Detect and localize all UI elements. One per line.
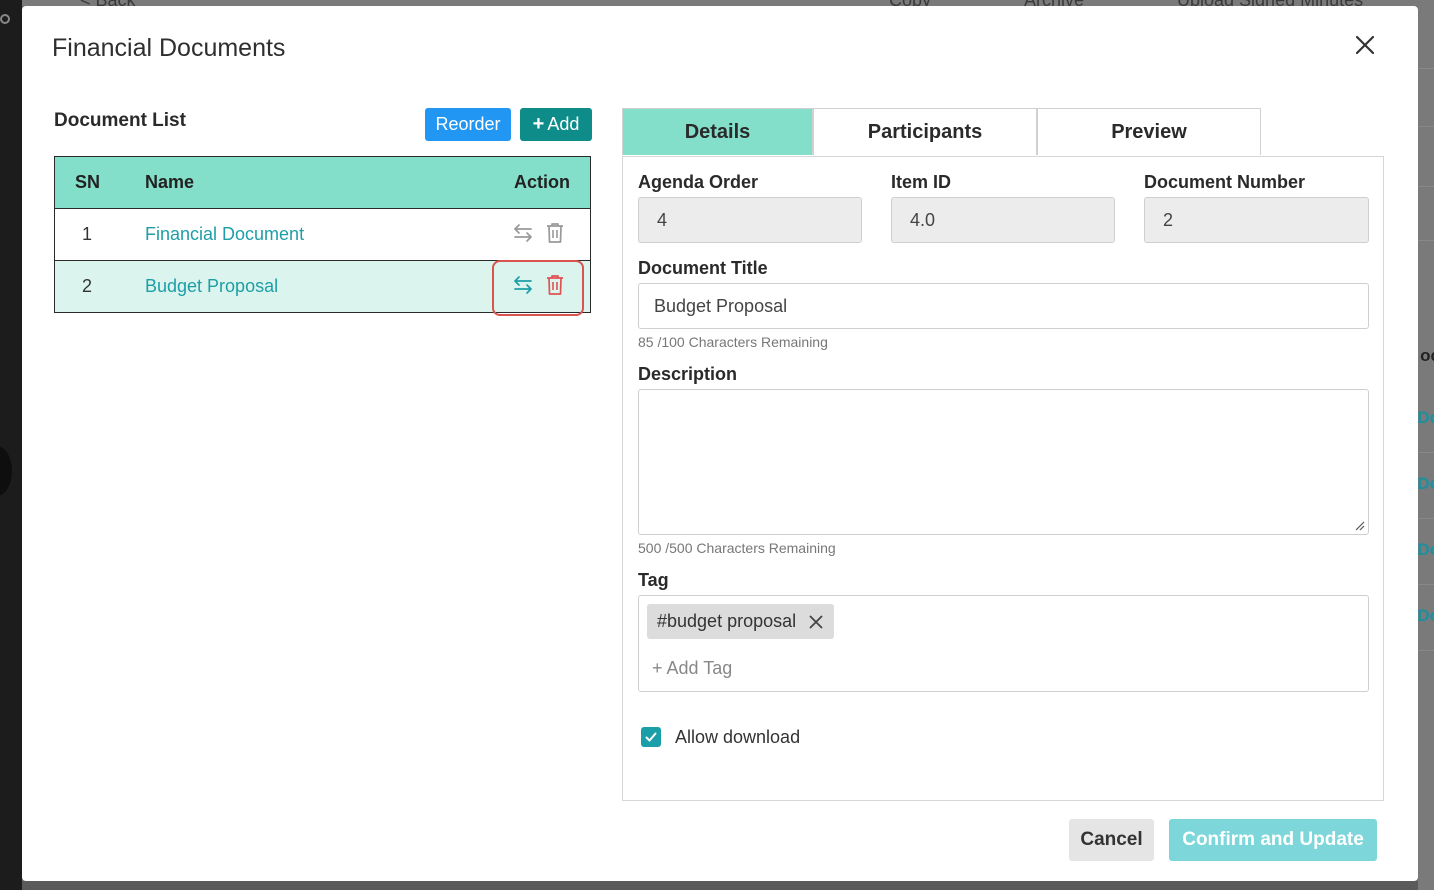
bg-fragment: Do	[1417, 408, 1434, 427]
plus-icon: +	[532, 113, 545, 135]
remove-tag-button[interactable]	[808, 614, 824, 630]
background-bottom	[22, 881, 1418, 890]
background-right-column: oc Do Do Do Do	[1417, 0, 1434, 890]
row-sn: 1	[82, 224, 93, 244]
tag-input[interactable]: #budget proposal + Add Tag	[638, 595, 1369, 692]
bg-fragment: Do	[1417, 606, 1434, 625]
swap-icon	[514, 224, 532, 242]
row-sn: 2	[82, 276, 93, 296]
reorder-button[interactable]: Reorder	[425, 108, 511, 141]
column-header-name: Name	[145, 172, 195, 192]
cancel-button[interactable]: Cancel	[1069, 819, 1154, 861]
tab-details[interactable]: Details	[622, 108, 813, 155]
description-char-count: 500 /500 Characters Remaining	[638, 540, 836, 556]
tab-participants[interactable]: Participants	[813, 108, 1037, 155]
bg-fragment: oc	[1420, 346, 1434, 365]
replace-button[interactable]	[512, 221, 534, 245]
document-title-label: Document Title	[638, 258, 768, 278]
close-button[interactable]	[1352, 32, 1378, 58]
financial-documents-modal: Financial Documents Document List Reorde…	[22, 6, 1418, 881]
confirm-and-update-button[interactable]: Confirm and Update	[1169, 819, 1377, 861]
item-id-field: 4.0	[891, 197, 1115, 243]
add-tag-input[interactable]: + Add Tag	[652, 658, 732, 679]
table-header: SN Name Action	[55, 157, 590, 208]
document-number-field: 2	[1144, 197, 1369, 243]
agenda-order-label: Agenda Order	[638, 172, 759, 192]
tab-preview[interactable]: Preview	[1037, 108, 1261, 155]
column-header-sn: SN	[75, 172, 101, 192]
add-document-button[interactable]: + Add	[520, 108, 592, 141]
document-title-input[interactable]: Budget Proposal	[638, 283, 1369, 329]
column-header-action: Action	[514, 172, 570, 192]
add-label: Add	[547, 114, 580, 134]
item-id-label: Item ID	[891, 172, 952, 192]
tag-label: Tag	[638, 570, 669, 590]
document-number-label: Document Number	[1144, 172, 1306, 192]
bg-fragment: Do	[1417, 540, 1434, 559]
close-icon	[809, 614, 823, 629]
details-panel: Agenda Order 4 Item ID 4.0 Document Numb…	[622, 156, 1384, 801]
resize-grip-icon[interactable]	[1353, 519, 1365, 531]
eye-icon	[0, 14, 10, 24]
agenda-order-field: 4	[638, 197, 862, 243]
close-icon	[1355, 35, 1375, 55]
row-actions	[512, 221, 566, 245]
background-left-strip	[0, 0, 22, 890]
bg-fragment: Do	[1417, 474, 1434, 493]
tag-chip-label: #budget proposal	[657, 611, 797, 631]
trash-icon	[547, 223, 563, 243]
highlight-annotation	[492, 260, 584, 316]
description-textarea[interactable]	[638, 389, 1369, 535]
tab-bar: Details Participants Preview	[622, 108, 1261, 155]
document-list-heading: Document List	[54, 110, 186, 131]
title-char-count: 85 /100 Characters Remaining	[638, 334, 828, 350]
tag-chip: #budget proposal	[647, 604, 835, 639]
checkmark-icon	[645, 732, 657, 742]
modal-title: Financial Documents	[52, 34, 286, 62]
table-row[interactable]: 1 Financial Document	[55, 208, 590, 260]
allow-download-checkbox[interactable]	[641, 727, 661, 747]
delete-button[interactable]	[544, 221, 566, 245]
allow-download-label[interactable]: Allow download	[675, 727, 800, 748]
description-label: Description	[638, 364, 738, 384]
